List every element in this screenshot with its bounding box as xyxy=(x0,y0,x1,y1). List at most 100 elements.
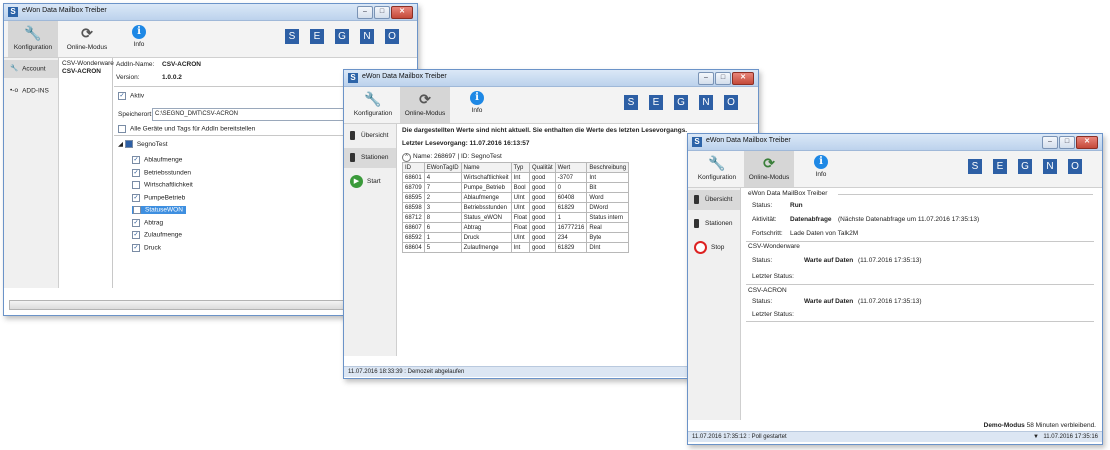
tree-item[interactable]: ✓ Ablaufmenge xyxy=(132,156,182,164)
addin-list: CSV-Wonderware CSV-ACRON xyxy=(60,58,114,288)
sidebar-item-label: Account xyxy=(22,65,46,73)
close-button[interactable]: ✕ xyxy=(732,72,754,85)
tab-konfiguration[interactable]: 🔧 Konfiguration xyxy=(692,151,742,187)
sidebar-item-label: Stop xyxy=(711,244,725,251)
column-header[interactable]: Beschreibung xyxy=(586,162,630,173)
table-row[interactable]: 68712 8 Status_eWON Float good 1 Status intern xyxy=(402,212,630,223)
tree-item[interactable]: StatuseWON xyxy=(132,206,186,214)
table-row[interactable]: 68592 1 Druck UInt good 234 Byte xyxy=(402,232,630,243)
tab-konfiguration[interactable]: 🔧 Konfiguration xyxy=(8,21,58,57)
sidebar-item-stationen[interactable]: Stationen xyxy=(688,214,740,234)
column-header[interactable]: Wert xyxy=(554,162,588,173)
close-button[interactable]: ✕ xyxy=(1076,136,1098,149)
checkbox-icon xyxy=(132,181,140,189)
addin-name-label: AddIn-Name: xyxy=(116,61,155,68)
tab-info[interactable]: i Info xyxy=(114,21,164,57)
logo-letter: E xyxy=(993,159,1007,174)
aktivitaet-note: (Nächste Datenabfrage um 11.07.2016 17:3… xyxy=(838,216,980,223)
column-header[interactable]: EWonTagID xyxy=(423,162,462,173)
tab-online-modus[interactable]: ⟳ Online-Modus xyxy=(744,151,794,187)
minimize-button[interactable]: – xyxy=(357,6,373,19)
table-row[interactable]: 68607 6 Abtrag Float good 16777216 Real xyxy=(402,222,630,233)
table-row[interactable]: 68598 3 Betriebsstunden UInt good 61829 DWord xyxy=(402,202,630,213)
table-cell: UInt xyxy=(510,232,530,243)
list-item[interactable]: CSV-Wonderware xyxy=(62,60,114,67)
table-cell: Float xyxy=(510,212,530,223)
column-header[interactable]: Typ xyxy=(510,162,530,173)
stop-button[interactable]: Stop xyxy=(688,238,740,258)
checkbox-icon xyxy=(118,125,126,133)
tab-online-modus[interactable]: ⟳ Online-Modus xyxy=(62,21,112,57)
table-cell: good xyxy=(528,222,556,233)
table-cell: UInt xyxy=(510,192,530,203)
tab-online-modus[interactable]: ⟳ Online-Modus xyxy=(400,87,450,123)
logo-letter: E xyxy=(649,95,663,110)
checkbox-icon: ✓ xyxy=(132,193,140,202)
tree-item[interactable]: ✓ Druck xyxy=(132,243,161,252)
title-bar[interactable]: S eWon Data Mailbox Treiber – □ ✕ xyxy=(688,134,1102,151)
logo-letter: N xyxy=(360,29,374,44)
table-cell: good xyxy=(528,202,556,213)
table-row[interactable]: 68595 2 Ablaufmenge UInt good 60408 Word xyxy=(402,192,630,203)
table-row[interactable]: 68601 4 Wirtschaftlichkeit Int good -3707 Int xyxy=(402,172,630,183)
maximize-button[interactable]: □ xyxy=(1059,136,1075,149)
sidebar: Übersicht Stationen Stop xyxy=(688,188,741,420)
tab-info[interactable]: i Info xyxy=(796,151,846,187)
sidebar-item-uebersicht[interactable]: Übersicht xyxy=(688,190,740,210)
minimize-button[interactable]: – xyxy=(698,72,714,85)
refresh-icon: ⟳ xyxy=(81,25,93,41)
maximize-button[interactable]: □ xyxy=(374,6,390,19)
table-cell: DInt xyxy=(586,242,630,253)
window-title: eWon Data Mailbox Treiber xyxy=(22,7,107,14)
sidebar-item-stationen[interactable]: Stationen xyxy=(344,148,396,168)
table-row[interactable]: 68709 7 Pumpe_Betrieb Bool good 0 Bit xyxy=(402,182,630,193)
tree-item[interactable]: ✓ Betriebsstunden xyxy=(132,168,191,177)
maximize-button[interactable]: □ xyxy=(715,72,731,85)
app-icon: S xyxy=(348,73,358,83)
close-button[interactable]: ✕ xyxy=(391,6,413,19)
table-row[interactable]: 68604 5 Zulaufmenge Int good 61829 DInt xyxy=(402,242,630,253)
table-cell: 3 xyxy=(423,202,462,213)
tree-item[interactable]: ✓ Zulaufmenge xyxy=(132,231,182,239)
sidebar-item-uebersicht[interactable]: Übersicht xyxy=(344,126,396,146)
sidebar-item-label: ADD-INS xyxy=(22,87,49,95)
sidebar: 🔧 Account •-o ADD-INS xyxy=(4,58,59,288)
table-cell: 8 xyxy=(423,212,462,223)
device-icon xyxy=(350,152,355,162)
column-header[interactable]: Name xyxy=(460,162,512,173)
dropdown-arrow-icon[interactable]: ▼ xyxy=(1033,432,1039,442)
tree-item[interactable]: Wirtschaftlichkeit xyxy=(132,181,193,189)
app-icon: S xyxy=(8,7,18,17)
input-value: C:\SEGNO_DMT\CSV-ACRON xyxy=(155,111,239,117)
alle-geraete-checkbox[interactable]: Alle Geräte und Tags für AddIn bereitste… xyxy=(118,125,255,133)
tree-item[interactable]: ✓ PumpeBetrieb xyxy=(132,193,185,202)
tab-konfiguration[interactable]: 🔧 Konfiguration xyxy=(348,87,398,123)
segno-logo: S E G N O xyxy=(624,95,738,110)
list-item[interactable]: CSV-ACRON xyxy=(62,68,101,75)
table-cell: 6 xyxy=(423,222,462,233)
table-cell: Pumpe_Betrieb xyxy=(460,182,512,193)
sidebar-item-label: Stationen xyxy=(361,154,389,161)
tree-item-label: Betriebsstunden xyxy=(144,169,191,177)
tab-label: Info xyxy=(471,107,483,114)
column-header[interactable]: ID xyxy=(402,162,425,173)
window-title: eWon Data Mailbox Treiber xyxy=(362,73,447,80)
station-header[interactable]: ^ Name: 268697 | ID: SegnoTest xyxy=(402,153,502,162)
tree-item[interactable]: ✓ Abtrag xyxy=(132,218,163,227)
table-cell: Zulaufmenge xyxy=(460,242,512,253)
sidebar-item-addins[interactable]: •-o ADD-INS xyxy=(4,82,58,100)
start-button[interactable]: ▶ Start xyxy=(344,172,396,192)
tab-info[interactable]: i Info xyxy=(452,87,502,123)
logo-letter: O xyxy=(1068,159,1082,174)
aktiv-checkbox[interactable]: ✓ Aktiv xyxy=(118,92,144,100)
demo-remaining: 58 Minuten verbleibend. xyxy=(1026,422,1096,429)
checkbox-icon: ✓ xyxy=(132,243,140,252)
minimize-button[interactable]: – xyxy=(1042,136,1058,149)
table-cell: Druck xyxy=(460,232,512,243)
title-bar[interactable]: S eWon Data Mailbox Treiber – □ ✕ xyxy=(344,70,758,87)
title-bar[interactable]: S eWon Data Mailbox Treiber – □ ✕ xyxy=(4,4,417,21)
sidebar-item-account[interactable]: 🔧 Account xyxy=(4,60,58,78)
status-time: 11.07.2016 17:35:16 xyxy=(1043,434,1098,440)
column-header[interactable]: Qualität xyxy=(528,162,556,173)
tree-root-segnotest[interactable]: ◢ SegnoTest xyxy=(118,140,168,149)
